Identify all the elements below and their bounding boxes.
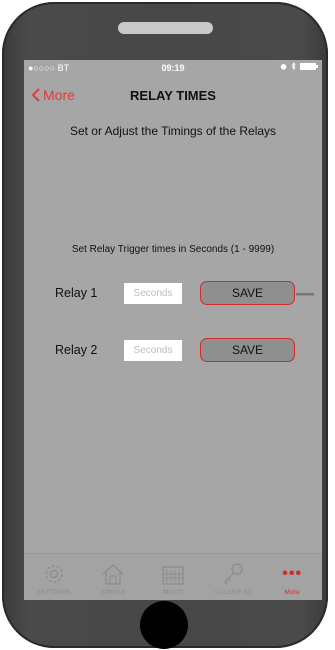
building-icon xyxy=(162,566,184,585)
home-button[interactable] xyxy=(140,601,188,649)
page-title: RELAY TIMES xyxy=(130,88,216,103)
phone-frame: ●○○○○ BT 09:19 More RELAY TIMES Set or A… xyxy=(2,2,328,649)
tab-label: More xyxy=(284,589,300,596)
tab-label: MULTI xyxy=(162,589,183,596)
relay-1-save-button[interactable]: SAVE xyxy=(200,281,295,305)
status-time: 09:19 xyxy=(161,63,185,73)
tab-single[interactable]: SINGLE xyxy=(84,554,144,600)
tab-label: SETTINGS xyxy=(36,589,71,596)
instruction-text: Set Relay Trigger times in Seconds (1 - … xyxy=(71,244,275,255)
nav-bar: More RELAY TIMES xyxy=(24,76,322,114)
battery-icon xyxy=(300,62,318,70)
gear-icon xyxy=(45,565,63,583)
app-screen: ●○○○○ BT 09:19 More RELAY TIMES Set or A… xyxy=(24,60,322,600)
alarm-icon xyxy=(280,63,287,70)
connector-line xyxy=(296,293,314,296)
relay-1-seconds-input[interactable] xyxy=(124,283,182,304)
house-icon xyxy=(102,564,124,585)
tab-settings[interactable]: SETTINGS xyxy=(24,554,84,600)
relay-label: Relay 2 xyxy=(55,343,98,357)
tab-label: CALLER ID xyxy=(214,589,251,596)
tab-more[interactable]: ••• More xyxy=(262,554,322,600)
tab-multi[interactable]: MULTI xyxy=(143,554,203,600)
bluetooth-icon xyxy=(291,62,296,70)
tab-label: SINGLE xyxy=(100,589,126,596)
key-icon xyxy=(223,563,243,585)
relay-2-seconds-input[interactable] xyxy=(124,340,182,361)
relay-row-2: Relay 2 SAVE xyxy=(24,338,322,364)
tab-bar: SETTINGS SINGLE MULTI CALLER ID ••• More xyxy=(24,553,322,600)
status-bar: ●○○○○ BT 09:19 xyxy=(24,60,322,76)
relay-row-1: Relay 1 SAVE xyxy=(24,281,322,307)
relay-2-save-button[interactable]: SAVE xyxy=(200,338,295,362)
status-icons xyxy=(280,62,318,70)
page-subtitle: Set or Adjust the Timings of the Relays xyxy=(69,124,277,138)
speaker-grille xyxy=(118,22,213,34)
tab-caller-id[interactable]: CALLER ID xyxy=(203,554,263,600)
more-dots-icon: ••• xyxy=(282,565,303,582)
relay-label: Relay 1 xyxy=(55,286,98,300)
